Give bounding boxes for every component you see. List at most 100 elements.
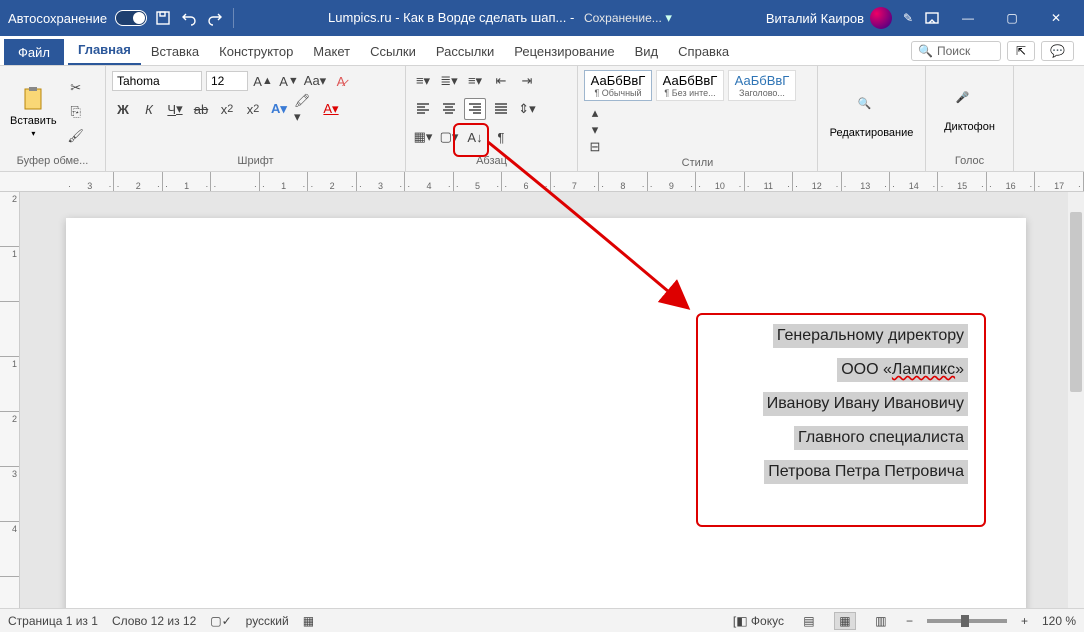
styles-more-button[interactable]: ⊟ [584, 139, 606, 155]
superscript-button[interactable]: x2 [242, 98, 264, 120]
change-case-button[interactable]: Aa▾ [304, 70, 326, 92]
format-painter-button[interactable]: 🖌 [65, 125, 87, 147]
maximize-button[interactable]: ▢ [992, 4, 1032, 32]
save-icon[interactable] [155, 10, 171, 26]
page-count[interactable]: Страница 1 из 1 [8, 614, 98, 628]
redo-icon[interactable] [207, 10, 223, 26]
font-color-button[interactable]: A▾ [320, 98, 342, 120]
ruler-horizontal[interactable]: ·3··2··1····1··2··3··4··5··6··7··8··9··1… [0, 172, 1084, 192]
voice-label: Голос [932, 153, 1007, 171]
strike-button[interactable]: ab [190, 98, 212, 120]
spellcheck-icon[interactable]: ▢✓ [210, 614, 231, 628]
undo-icon[interactable] [181, 10, 197, 26]
text-line-3[interactable]: Иванову Ивану Ивановичу [763, 392, 968, 416]
styles-label: Стили [584, 155, 811, 173]
paste-icon [19, 85, 47, 113]
tab-review[interactable]: Рецензирование [504, 38, 624, 65]
language-button[interactable]: русский [246, 614, 289, 628]
font-label: Шрифт [112, 153, 399, 171]
increase-indent-button[interactable]: ⇥ [516, 70, 538, 92]
find-icon: 🔍 [857, 97, 885, 125]
font-size-select[interactable] [206, 71, 248, 91]
cut-button[interactable]: ✂ [65, 77, 87, 99]
copy-button[interactable]: ⎘ [65, 101, 87, 123]
shrink-font-button[interactable]: A▼ [278, 70, 300, 92]
shading-button[interactable]: ▦▾ [412, 126, 434, 148]
close-button[interactable]: ✕ [1036, 4, 1076, 32]
dictate-button[interactable]: 🎤 Диктофон [940, 87, 999, 137]
document-area: ·3··2··1····1··2··3··4··5··6··7··8··9··1… [0, 172, 1084, 608]
tab-help[interactable]: Справка [668, 38, 739, 65]
subscript-button[interactable]: x2 [216, 98, 238, 120]
text-line-2[interactable]: ООО «Лампикс» [837, 358, 968, 382]
sort-button[interactable]: A↓ [464, 126, 486, 148]
font-name-select[interactable] [112, 71, 202, 91]
italic-button[interactable]: К [138, 98, 160, 120]
tab-mailings[interactable]: Рассылки [426, 38, 504, 65]
print-layout-button[interactable]: ▦ [834, 612, 856, 630]
search-input[interactable]: 🔍Поиск [911, 41, 1001, 61]
line-spacing-button[interactable]: ⇕▾ [516, 98, 538, 120]
ruler-vertical[interactable]: 211234 [0, 192, 20, 608]
tab-home[interactable]: Главная [68, 36, 141, 65]
comments-button[interactable]: 💬 [1041, 41, 1074, 61]
text-effects-button[interactable]: A▾ [268, 98, 290, 120]
group-dictate: 🎤 Диктофон Голос [926, 66, 1014, 171]
document-page[interactable]: Генеральному директору ООО «Лампикс» Ива… [66, 218, 1026, 608]
read-mode-button[interactable]: ▤ [798, 612, 820, 630]
avatar [870, 7, 892, 29]
tab-insert[interactable]: Вставка [141, 38, 209, 65]
style-nospace[interactable]: АаБбВвГ¶ Без инте... [656, 70, 724, 101]
zoom-out-button[interactable]: − [906, 614, 913, 628]
grow-font-button[interactable]: A▲ [252, 70, 274, 92]
show-marks-button[interactable]: ¶ [490, 126, 512, 148]
tab-layout[interactable]: Макет [303, 38, 360, 65]
align-center-button[interactable] [438, 98, 460, 120]
align-left-button[interactable] [412, 98, 434, 120]
styles-down-button[interactable]: ▾ [584, 122, 606, 138]
web-layout-button[interactable]: ▥ [870, 612, 892, 630]
decrease-indent-button[interactable]: ⇤ [490, 70, 512, 92]
tab-file[interactable]: Файл [4, 39, 64, 65]
styles-up-button[interactable]: ▴ [584, 105, 606, 121]
editing-button[interactable]: 🔍 Редактирование [826, 93, 918, 143]
minimize-button[interactable]: — [948, 4, 988, 32]
borders-button[interactable]: ▢▾ [438, 126, 460, 148]
share-button[interactable]: ⇱ [1007, 41, 1035, 61]
header-text-block[interactable]: Генеральному директору ООО «Лампикс» Ива… [718, 324, 968, 494]
tab-design[interactable]: Конструктор [209, 38, 303, 65]
text-line-5[interactable]: Петрова Петра Петровича [764, 460, 968, 484]
autosave-toggle[interactable] [115, 10, 147, 26]
word-count[interactable]: Слово 12 из 12 [112, 614, 196, 628]
tab-view[interactable]: Вид [625, 38, 669, 65]
bold-button[interactable]: Ж [112, 98, 134, 120]
drawing-tools-icon[interactable]: ✎ [900, 10, 916, 26]
user-account[interactable]: Виталий Каиров [766, 7, 892, 29]
align-right-button[interactable] [464, 98, 486, 120]
bullets-button[interactable]: ≡▾ [412, 70, 434, 92]
underline-button[interactable]: Ч▾ [164, 98, 186, 120]
tab-references[interactable]: Ссылки [360, 38, 426, 65]
group-styles: АаБбВвГ¶ Обычный АаБбВвГ¶ Без инте... Аа… [578, 66, 818, 171]
focus-mode[interactable]: [◧ Фокус [733, 614, 784, 628]
text-line-1[interactable]: Генеральному директору [773, 324, 968, 348]
style-normal[interactable]: АаБбВвГ¶ Обычный [584, 70, 652, 101]
ribbon-tabs: Файл Главная Вставка Конструктор Макет С… [0, 36, 1084, 66]
group-paragraph: ≡▾ ≣▾ ≡▾ ⇤ ⇥ ⇕▾ ▦▾ ▢▾ A↓ ¶ Абзац [406, 66, 578, 171]
numbering-button[interactable]: ≣▾ [438, 70, 460, 92]
macros-icon[interactable]: ▦ [303, 614, 314, 628]
text-line-4[interactable]: Главного специалиста [794, 426, 968, 450]
vertical-scrollbar[interactable] [1068, 192, 1084, 608]
clear-format-button[interactable]: A̷ [330, 70, 352, 92]
zoom-slider[interactable] [927, 619, 1007, 623]
style-heading[interactable]: АаБбВвГЗаголово... [728, 70, 796, 101]
zoom-level[interactable]: 120 % [1042, 614, 1076, 628]
multilevel-button[interactable]: ≡▾ [464, 70, 486, 92]
ribbon-options-icon[interactable] [924, 10, 940, 26]
highlight-button[interactable]: 🖍▾ [294, 98, 316, 120]
mic-icon: 🎤 [956, 91, 984, 119]
zoom-in-button[interactable]: + [1021, 614, 1028, 628]
justify-button[interactable] [490, 98, 512, 120]
paste-button[interactable]: Вставить▾ [6, 81, 61, 142]
clipboard-label: Буфер обме... [6, 153, 99, 171]
